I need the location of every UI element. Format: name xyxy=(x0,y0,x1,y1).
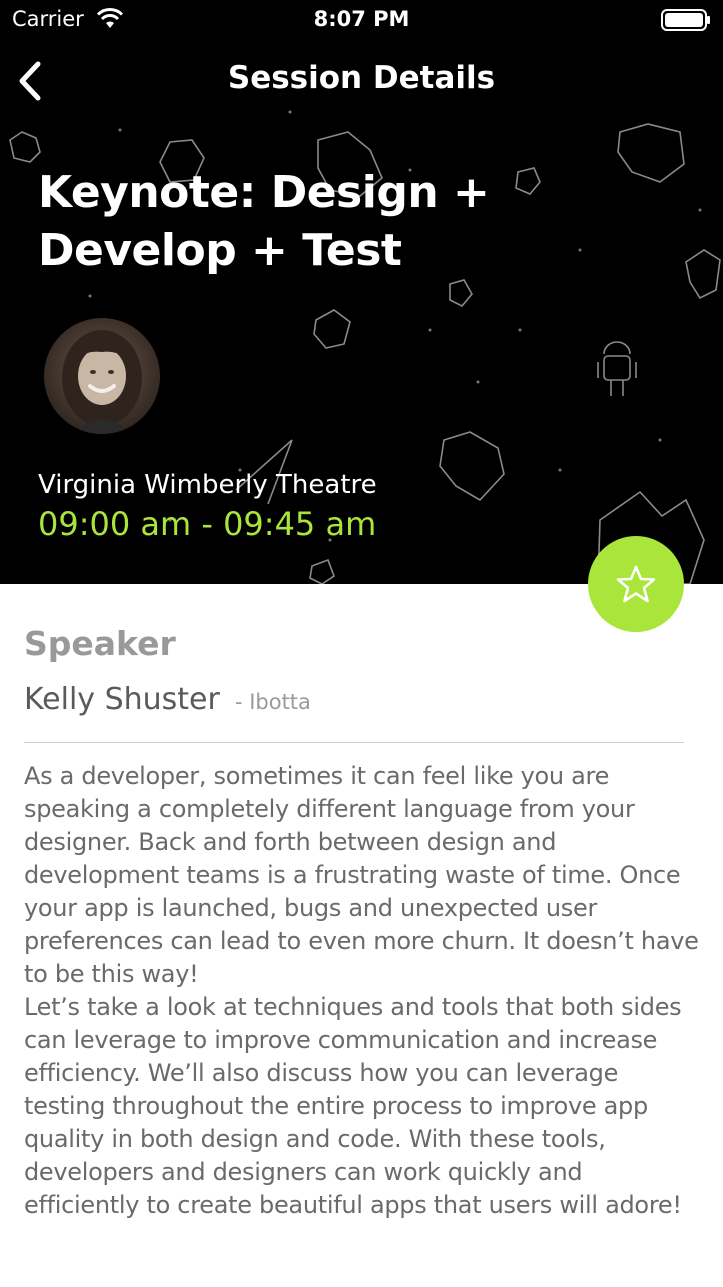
speaker-avatar[interactable] xyxy=(44,318,160,434)
navigation-bar: Session Details xyxy=(0,50,723,112)
speaker-photo xyxy=(62,330,142,434)
favorite-button[interactable] xyxy=(588,536,684,632)
speaker-name: Kelly Shuster xyxy=(24,682,220,717)
speaker-section-label: Speaker xyxy=(24,624,176,663)
speaker-company: - Ibotta xyxy=(234,690,311,714)
battery-icon xyxy=(661,9,710,31)
session-header: Carrier 8:07 PM Session Details Keynote:… xyxy=(0,0,723,584)
status-time: 8:07 PM xyxy=(313,7,410,31)
session-room: Virginia Wimberly Theatre xyxy=(38,470,377,500)
session-description: As a developer, sometimes it can feel li… xyxy=(24,762,699,1219)
star-outline-icon xyxy=(616,565,656,603)
divider xyxy=(24,742,684,743)
status-bar: Carrier 8:07 PM xyxy=(0,0,723,40)
speaker-row[interactable]: Kelly Shuster - Ibotta xyxy=(24,682,684,717)
session-title: Keynote: Design + Develop + Test xyxy=(38,167,490,276)
session-time-range: 09:00 am - 09:45 am xyxy=(38,505,377,543)
nav-title: Session Details xyxy=(227,60,496,96)
